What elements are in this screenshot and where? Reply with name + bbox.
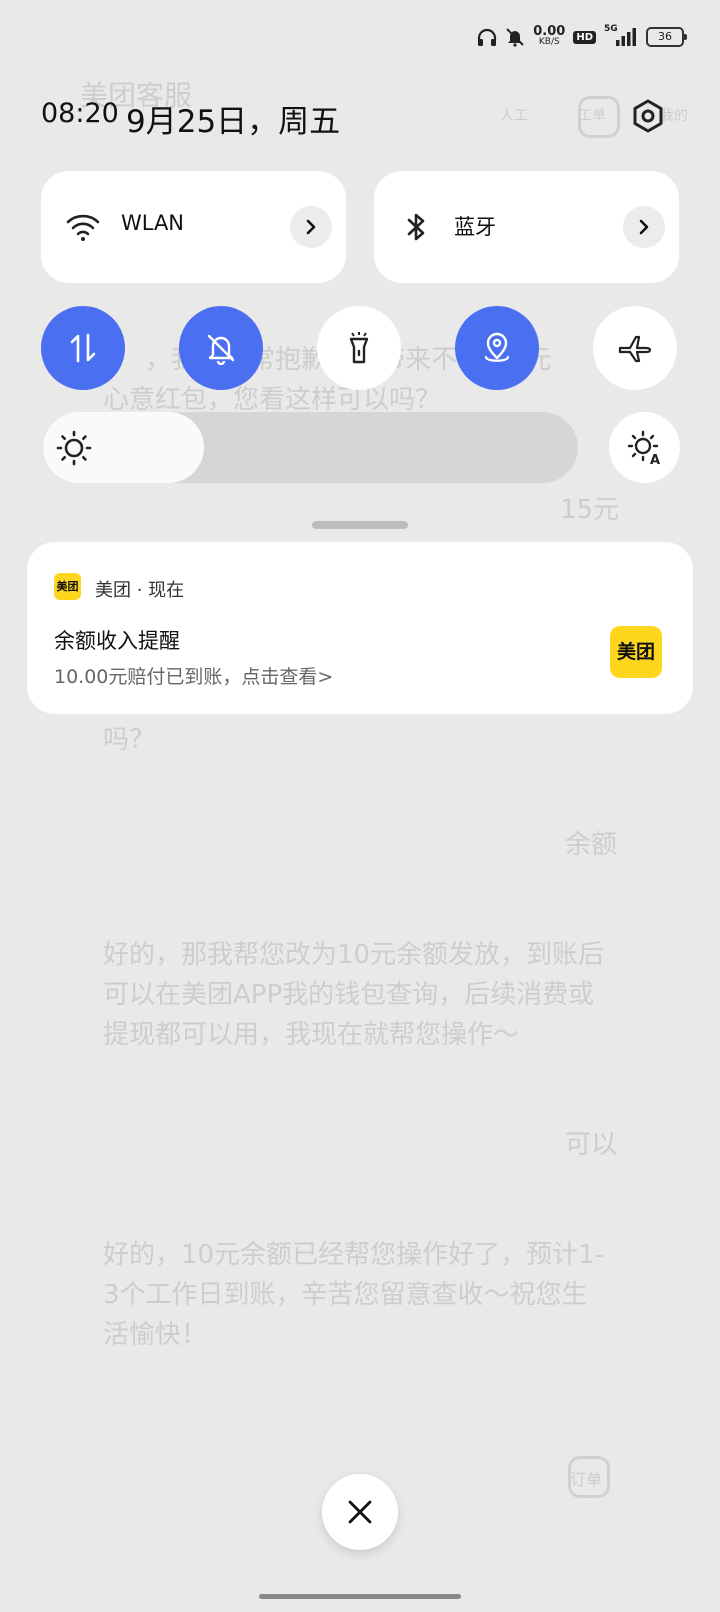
notification-card[interactable]: 美团 美团 · 现在 余额收入提醒 10.00元赔付已到账，点击查看> 美团	[27, 542, 693, 714]
bg-order-label: 订单	[570, 1470, 603, 1489]
bg-message: 吗？	[103, 725, 156, 755]
status-bar: 0.00 KB/S HD 5G 36	[477, 22, 687, 52]
notification-thumbnail: 美团	[610, 626, 662, 678]
brightness-slider[interactable]	[43, 412, 578, 483]
flashlight-icon	[349, 332, 369, 364]
silent-toggle[interactable]	[179, 306, 263, 390]
bluetooth-icon	[407, 213, 425, 241]
brightness-icon	[56, 430, 92, 466]
bg-message: 活愉快！	[103, 1320, 208, 1350]
notification-body: 10.00元赔付已到账，点击查看>	[54, 666, 334, 688]
bg-message: 可以在美团APP我的钱包查询，后续消费或	[103, 980, 595, 1010]
wlan-tile[interactable]: WLAN	[41, 171, 346, 283]
bg-message: 3个工作日到账，辛苦您留意查收～祝您生	[103, 1280, 588, 1310]
chevron-right-icon	[306, 219, 316, 235]
home-indicator[interactable]	[259, 1594, 461, 1599]
airplane-toggle[interactable]	[593, 306, 677, 390]
bluetooth-expand-button[interactable]	[623, 206, 665, 248]
bg-message: 15元	[560, 495, 620, 525]
notification-app-name: 美团 · 现在	[95, 580, 185, 601]
wlan-label: WLAN	[121, 211, 185, 235]
mute-icon	[506, 28, 524, 47]
clock: 08:20	[41, 98, 119, 129]
bg-message: 提现都可以用，我现在就帮您操作～	[103, 1020, 520, 1050]
bg-ticket-icon	[578, 96, 620, 138]
svg-text:A: A	[650, 453, 660, 466]
net-speed-value: 0.00	[533, 24, 566, 39]
close-icon	[348, 1500, 372, 1524]
date: 9月25日，周五	[126, 104, 341, 140]
bg-header-button: 人工	[500, 108, 528, 124]
signal-icon: 5G	[604, 24, 638, 48]
chevron-right-icon	[639, 219, 649, 235]
shade-drag-handle[interactable]	[312, 521, 408, 529]
bg-order-icon	[568, 1456, 610, 1498]
location-toggle[interactable]	[455, 306, 539, 390]
data-arrows-icon	[70, 333, 96, 363]
auto-brightness-button[interactable]: A	[609, 412, 680, 483]
bg-header-button: 工单	[578, 108, 606, 124]
headphones-icon	[478, 28, 497, 46]
bg-message: 好的，10元余额已经帮您操作好了，预计1-	[103, 1240, 605, 1270]
mobile-data-toggle[interactable]	[41, 306, 125, 390]
bg-message: 好的，那我帮您改为10元余额发放，到账后	[103, 940, 605, 970]
meituan-app-icon: 美团	[54, 573, 81, 600]
location-icon	[484, 332, 510, 362]
battery-icon: 36	[646, 27, 687, 47]
notification-title: 余额收入提醒	[54, 629, 180, 653]
wifi-icon	[66, 214, 100, 241]
auto-brightness-icon: A	[627, 430, 660, 466]
settings-button[interactable]	[628, 96, 668, 136]
net-speed: 0.00 KB/S	[533, 24, 566, 48]
bg-message: 可以	[565, 1130, 618, 1160]
hd-badge: HD	[573, 30, 596, 44]
close-notifications-button[interactable]	[322, 1474, 398, 1550]
gear-icon	[633, 99, 663, 133]
wlan-expand-button[interactable]	[290, 206, 332, 248]
bell-off-icon	[207, 334, 235, 365]
bluetooth-label: 蓝牙	[454, 215, 496, 239]
flashlight-toggle[interactable]	[317, 306, 401, 390]
airplane-icon	[618, 335, 652, 363]
bg-message: 余额	[565, 830, 618, 860]
bluetooth-tile[interactable]: 蓝牙	[374, 171, 679, 283]
network-type: 5G	[604, 24, 618, 34]
